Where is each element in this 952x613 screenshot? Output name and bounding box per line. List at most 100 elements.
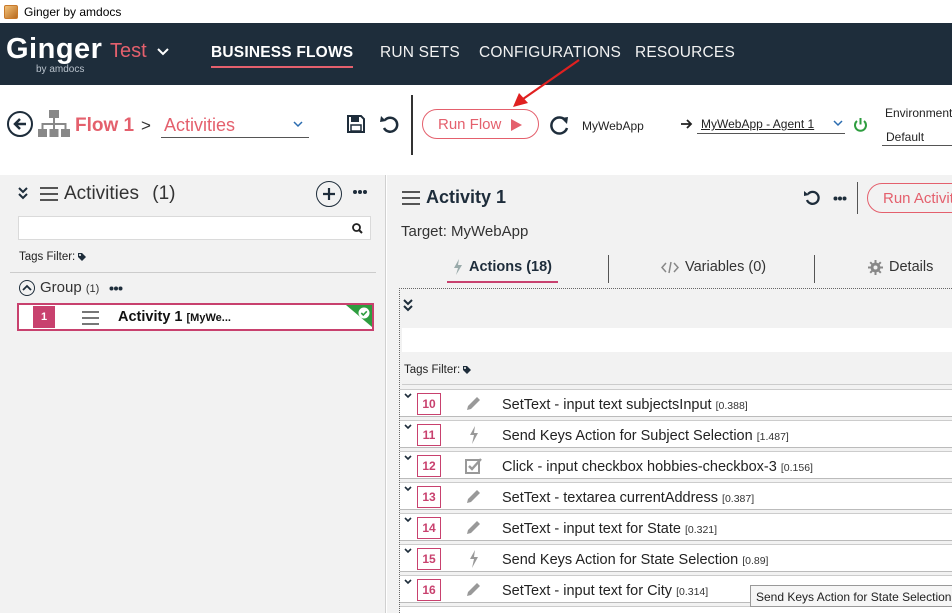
power-icon[interactable] xyxy=(853,117,868,132)
collapse-all-icon[interactable] xyxy=(402,298,414,312)
collapse-all-icon[interactable] xyxy=(17,186,29,200)
nav-run-sets[interactable]: RUN SETS xyxy=(380,44,460,62)
menu-icon[interactable] xyxy=(40,187,58,201)
activity-name: Activity 1 xyxy=(118,309,183,325)
action-description-text: SetText - textarea currentAddress xyxy=(502,490,718,506)
chevron-down-icon[interactable] xyxy=(404,548,412,554)
lightning-icon xyxy=(470,426,478,444)
menu-icon[interactable] xyxy=(402,191,420,205)
activity-title: Activity 1 xyxy=(426,187,507,207)
action-row[interactable]: 15 Send Keys Action for State Selection … xyxy=(400,544,952,572)
solution-selector[interactable]: Test xyxy=(110,40,147,63)
window-title: Ginger by amdocs xyxy=(24,4,122,19)
gear-icon xyxy=(868,259,883,275)
activity-tabs: Actions (18) Variables (0) Details xyxy=(399,253,952,285)
nav-business-flows[interactable]: BUSINESS FLOWS xyxy=(211,44,354,68)
chevron-down-icon[interactable] xyxy=(156,45,170,59)
refresh-icon[interactable] xyxy=(549,114,571,136)
window-titlebar: Ginger by amdocs xyxy=(0,0,952,23)
annotation-arrow xyxy=(513,59,580,107)
back-button[interactable] xyxy=(7,111,33,137)
activity-item[interactable]: 1 Activity 1 [MyWe... xyxy=(17,303,374,331)
action-description: Send Keys Action for Subject Selection [… xyxy=(502,428,789,444)
activity-target-label: Target: MyWebApp xyxy=(401,223,529,240)
tab-variables[interactable]: Variables (0) xyxy=(661,259,766,275)
plus-icon xyxy=(323,188,335,200)
section-selector-value: Activities xyxy=(164,115,236,135)
tab-details-label: Details xyxy=(889,259,934,275)
action-number: 15 xyxy=(417,548,441,570)
pencil-icon xyxy=(467,397,480,410)
chevron-down-icon xyxy=(293,121,303,128)
brand-logo: Ginger xyxy=(6,33,103,65)
chevron-down-icon xyxy=(833,120,843,127)
divider xyxy=(857,182,858,214)
action-number: 14 xyxy=(417,517,441,539)
action-description-text: Send Keys Action for Subject Selection xyxy=(502,428,753,444)
pencil-icon xyxy=(467,521,480,534)
action-description-text: Click - input checkbox hobbies-checkbox-… xyxy=(502,459,777,475)
section-selector[interactable]: Activities xyxy=(161,108,309,138)
run-flow-button[interactable]: Run Flow xyxy=(422,109,539,139)
tab-details[interactable]: Details xyxy=(868,259,933,275)
play-icon xyxy=(511,119,522,131)
group-count: (1) xyxy=(85,283,100,295)
more-options-icon[interactable] xyxy=(352,189,368,195)
action-row[interactable]: 12 Click - input checkbox hobbies-checkb… xyxy=(400,451,952,479)
chevron-down-icon[interactable] xyxy=(404,455,412,461)
activities-title-text: Activities xyxy=(64,183,139,204)
checkbox-icon xyxy=(465,458,482,474)
action-description: SetText - input text for State [0.321] xyxy=(502,521,717,537)
environment-value: Default xyxy=(886,130,925,144)
app-icon xyxy=(4,4,18,19)
chevron-down-icon[interactable] xyxy=(404,424,412,430)
environment-label: Environment xyxy=(885,106,952,120)
action-description-text: SetText - input text for State xyxy=(502,521,681,537)
action-duration: [0.89] xyxy=(742,555,769,567)
tab-divider xyxy=(608,255,609,283)
nav-resources[interactable]: RESOURCES xyxy=(635,44,735,62)
group-name: Group xyxy=(40,279,82,296)
more-options-icon[interactable] xyxy=(833,196,847,201)
arrow-right-icon xyxy=(681,119,693,129)
group-collapse-button[interactable] xyxy=(19,280,35,296)
action-number: 13 xyxy=(417,486,441,508)
action-duration: [0.314] xyxy=(676,586,709,598)
hierarchy-icon xyxy=(38,110,70,137)
activities-tags-filter[interactable]: Tags Filter: xyxy=(19,251,87,263)
save-icon[interactable] xyxy=(346,114,366,134)
action-description: SetText - textarea currentAddress [0.387… xyxy=(502,490,754,506)
activities-search-input[interactable] xyxy=(18,216,371,240)
drag-handle-icon[interactable] xyxy=(82,311,99,325)
action-duration: [0.388] xyxy=(715,400,748,412)
tab-variables-label: Variables (0) xyxy=(685,259,767,275)
tab-divider xyxy=(814,255,815,283)
chevron-down-icon[interactable] xyxy=(404,579,412,585)
agent-selector[interactable]: MyWebApp - Agent 1 xyxy=(697,115,845,134)
breadcrumb-separator: > xyxy=(141,116,151,135)
add-activity-button[interactable] xyxy=(316,181,342,207)
chevron-down-icon[interactable] xyxy=(404,393,412,399)
search-icon xyxy=(352,223,363,234)
group-more-options-icon[interactable] xyxy=(109,286,123,291)
undo-icon[interactable] xyxy=(803,189,821,207)
action-row[interactable]: 13 SetText - textarea currentAddress [0.… xyxy=(400,482,952,510)
tab-actions[interactable]: Actions (18) xyxy=(447,259,558,283)
chevron-down-icon[interactable] xyxy=(404,517,412,523)
lightning-icon xyxy=(454,259,462,275)
action-tooltip: Send Keys Action for State Selection[0 xyxy=(750,585,952,607)
actions-tags-filter[interactable]: Tags Filter: xyxy=(404,364,472,376)
action-row[interactable]: 11 Send Keys Action for Subject Selectio… xyxy=(400,420,952,448)
action-row[interactable]: 10 SetText - input text subjectsInput [0… xyxy=(400,389,952,417)
undo-icon[interactable] xyxy=(379,114,401,134)
tags-filter-label: Tags Filter: xyxy=(404,364,461,376)
chevron-down-icon[interactable] xyxy=(404,486,412,492)
run-activity-button[interactable]: Run Activity xyxy=(867,183,952,213)
activities-panel xyxy=(0,175,386,613)
action-duration: [0.156] xyxy=(780,462,813,474)
environment-selector[interactable]: Default xyxy=(882,128,952,146)
actions-search-input[interactable] xyxy=(402,328,952,352)
action-row[interactable]: 14 SetText - input text for State [0.321… xyxy=(400,513,952,541)
action-number: 10 xyxy=(417,393,441,415)
chevron-up-icon xyxy=(22,284,32,291)
